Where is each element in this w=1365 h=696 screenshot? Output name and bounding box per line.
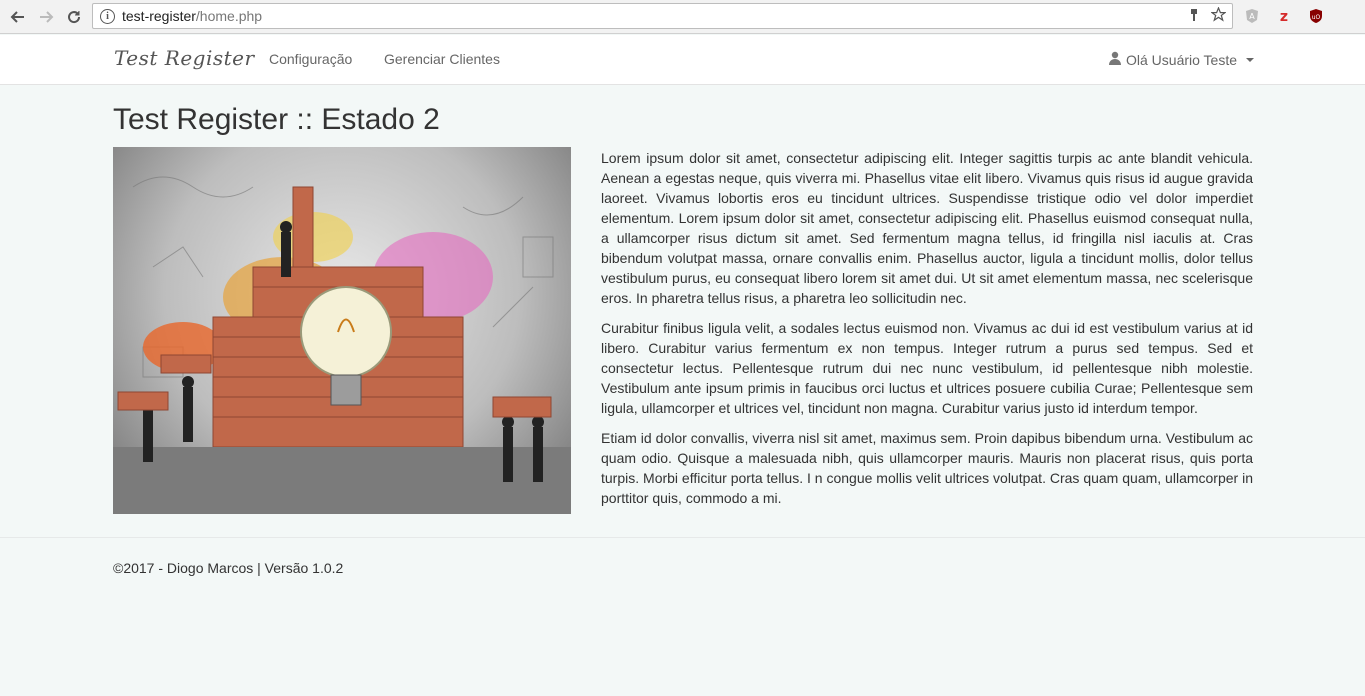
forward-icon[interactable]	[34, 5, 58, 29]
address-bar[interactable]: i test-register/home.php	[92, 3, 1233, 29]
back-icon[interactable]	[6, 5, 30, 29]
reload-icon[interactable]	[62, 5, 86, 29]
zotero-icon[interactable]: z	[1275, 7, 1293, 25]
paragraph-3: Etiam id dolor convallis, viverra nisl s…	[601, 430, 1253, 506]
page-title: Test Register :: Estado 2	[113, 103, 440, 136]
footer-text: ©2017 - Diogo Marcos | Versão 1.0.2	[113, 560, 344, 576]
nav-link-configuracao[interactable]: Configuração	[269, 51, 352, 67]
navbar: Test Register Configuração Gerenciar Cli…	[0, 35, 1365, 85]
text-content: Lorem ipsum dolor sit amet, consectetur …	[601, 148, 1253, 518]
brand-logo[interactable]: Test Register	[114, 46, 255, 70]
hero-image	[113, 147, 571, 514]
user-menu[interactable]: Olá Usuário Teste	[1108, 51, 1255, 68]
url-host: test-register	[122, 8, 196, 24]
svg-text:z: z	[1280, 9, 1288, 24]
nav-link-gerenciar-clientes[interactable]: Gerenciar Clientes	[384, 51, 500, 67]
info-icon[interactable]: i	[100, 8, 115, 24]
user-icon	[1108, 51, 1122, 68]
caret-down-icon	[1246, 57, 1255, 62]
svg-text:uO: uO	[1312, 14, 1321, 21]
browser-toolbar: i test-register/home.php A z uO	[0, 0, 1365, 34]
paragraph-1: Lorem ipsum dolor sit amet, consectetur …	[601, 150, 1253, 306]
bookmark-star-icon[interactable]	[1210, 6, 1227, 27]
footer-divider	[0, 537, 1365, 538]
angular-icon[interactable]: A	[1243, 7, 1261, 25]
paragraph-2: Curabitur finibus ligula velit, a sodale…	[601, 320, 1253, 416]
user-label: Olá Usuário Teste	[1126, 51, 1238, 68]
url-path: /home.php	[195, 8, 263, 24]
url-text: test-register/home.php	[122, 8, 262, 24]
key-icon[interactable]	[1187, 8, 1201, 27]
svg-text:A: A	[1249, 12, 1255, 21]
ublock-icon[interactable]: uO	[1307, 7, 1325, 25]
